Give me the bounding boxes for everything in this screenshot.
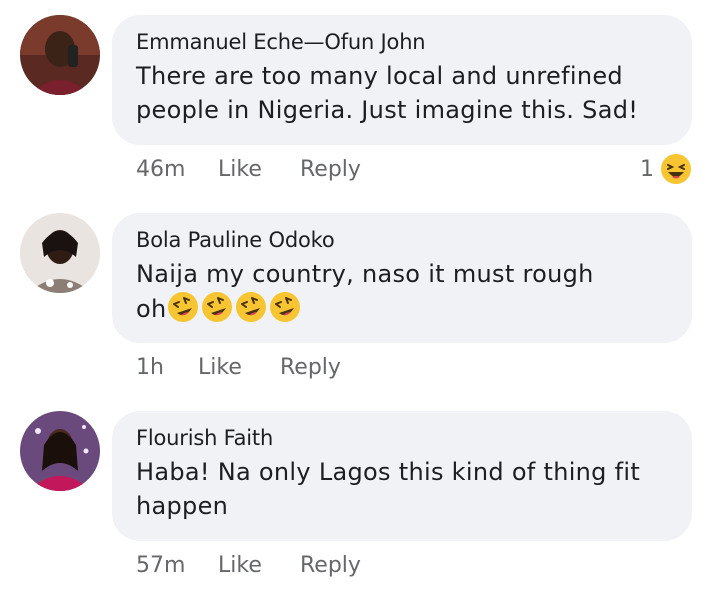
comment-author[interactable]: Emmanuel Eche—Ofun John	[136, 29, 668, 55]
like-button[interactable]: Like	[198, 353, 242, 383]
rolling-laughing-emoji-icon	[167, 291, 199, 323]
comment-text-line: oh	[136, 295, 167, 323]
comment-bubble: Emmanuel Eche—Ofun John There are too ma…	[112, 15, 692, 145]
rolling-laughing-emoji-icon	[235, 291, 267, 323]
avatar[interactable]	[20, 213, 100, 293]
rolling-laughing-emoji-icon	[269, 291, 301, 323]
comment-time[interactable]: 1h	[136, 353, 164, 383]
reaction-summary[interactable]: 1	[640, 152, 692, 186]
comment-author[interactable]: Flourish Faith	[136, 425, 668, 451]
like-button[interactable]: Like	[218, 155, 262, 185]
comment-time[interactable]: 57m	[136, 551, 185, 581]
reaction-count: 1	[640, 156, 654, 182]
reply-button[interactable]: Reply	[300, 551, 361, 581]
avatar-photo-icon	[20, 411, 100, 491]
comment-text-line: Naija my country, naso it must rough	[136, 260, 594, 288]
comment-text: Naija my country, naso it must rough oh	[136, 257, 668, 326]
emoji-row	[167, 292, 303, 323]
comment-bubble: Flourish Faith Haba! Na only Lagos this …	[112, 411, 692, 541]
comment-bubble: Bola Pauline Odoko Naija my country, nas…	[112, 213, 692, 343]
reply-button[interactable]: Reply	[280, 353, 341, 383]
laughing-emoji-icon	[660, 153, 692, 185]
like-button[interactable]: Like	[218, 551, 262, 581]
comment-text: Haba! Na only Lagos this kind of thing f…	[136, 458, 641, 520]
avatar-photo-icon	[20, 213, 100, 293]
avatar[interactable]	[20, 411, 100, 491]
comment-text: There are too many local and unrefined p…	[136, 62, 639, 124]
avatar[interactable]	[20, 15, 100, 95]
comment-author[interactable]: Bola Pauline Odoko	[136, 227, 668, 253]
comment-time[interactable]: 46m	[136, 155, 185, 185]
rolling-laughing-emoji-icon	[201, 291, 233, 323]
avatar-photo-icon	[20, 15, 100, 95]
reply-button[interactable]: Reply	[300, 155, 361, 185]
